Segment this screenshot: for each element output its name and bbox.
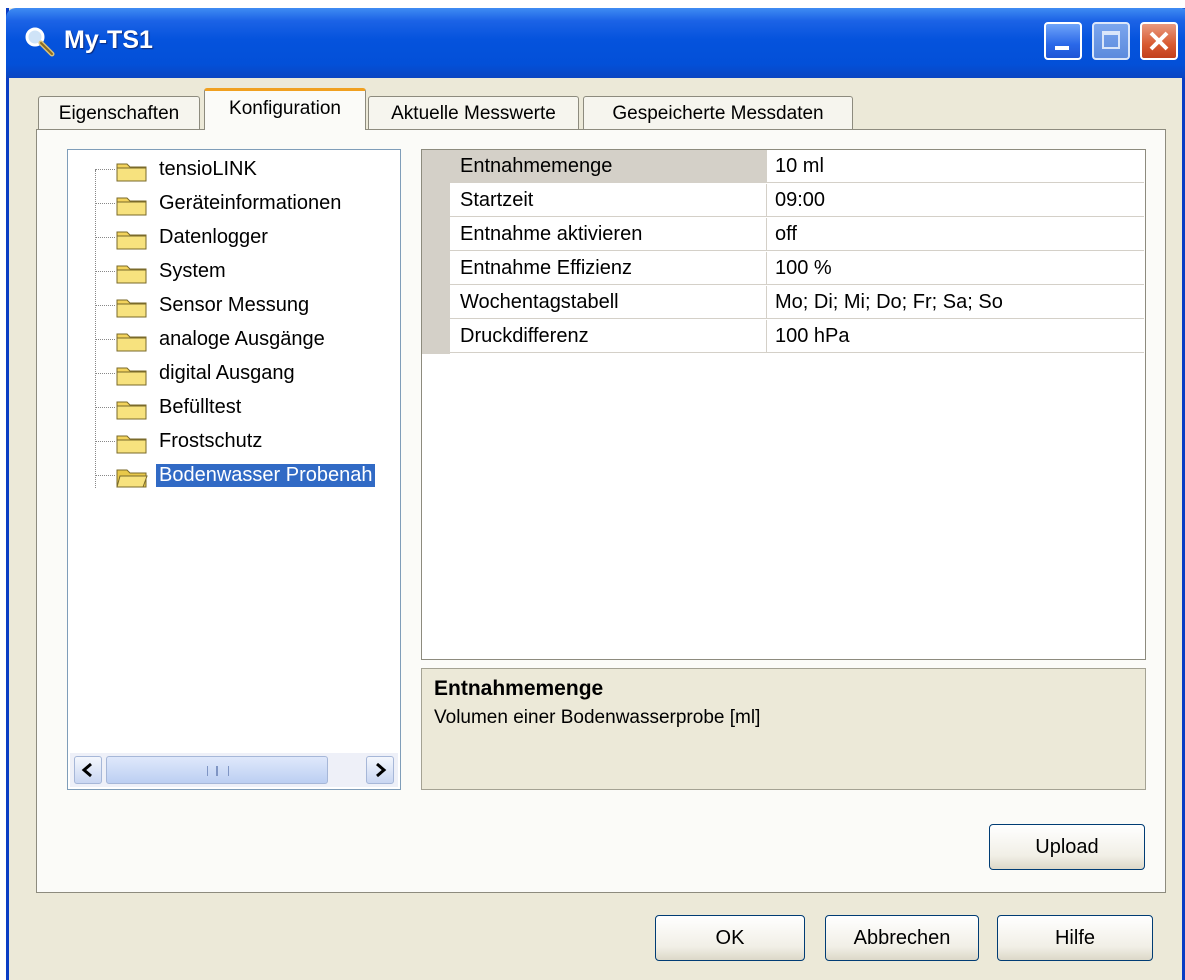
tree-item-digital-ausgang[interactable]: digital Ausgang [68,359,400,389]
property-row[interactable]: Entnahmemenge 10 ml [422,150,1145,184]
tree-item-label: Geräteinformationen [159,192,342,214]
chevron-left-icon [81,762,92,778]
property-name: Entnahme Effizienz [450,252,766,285]
minimize-icon [1055,46,1069,50]
folder-icon [116,333,147,352]
property-value[interactable]: 100 hPa [766,320,1144,353]
property-row[interactable]: Startzeit 09:00 [422,184,1145,218]
property-name: Druckdifferenz [450,320,766,353]
property-row[interactable]: Entnahme aktivieren off [422,218,1145,252]
property-name: Entnahmemenge [450,150,766,183]
dialog-window: My-TS1 Eigenschaften Konfiguration Aktue… [6,8,1185,980]
tree-item-label: System [159,260,226,282]
property-row[interactable]: Wochentagstabell Mo; Di; Mi; Do; Fr; Sa;… [422,286,1145,320]
folder-icon [116,367,147,386]
cancel-button[interactable]: Abbrechen [825,915,979,961]
scroll-thumb[interactable] [106,756,328,784]
tree-item-tensiolink[interactable]: tensioLINK [68,155,400,185]
property-grid: Entnahmemenge 10 ml Startzeit 09:00 Entn… [421,149,1146,660]
property-name: Startzeit [450,184,766,217]
tree-item-analoge-ausgaenge[interactable]: analoge Ausgänge [68,325,400,355]
window-title: My-TS1 [64,26,153,54]
property-description-pane: Entnahmemenge Volumen einer Bodenwasserp… [421,668,1146,790]
folder-icon [116,197,147,216]
title-bar[interactable]: My-TS1 [6,8,1185,78]
tree-item-label: Sensor Messung [159,294,310,316]
maximize-button[interactable] [1092,22,1130,60]
tab-eigenschaften[interactable]: Eigenschaften [38,96,200,130]
property-row[interactable]: Entnahme Effizienz 100 % [422,252,1145,286]
scroll-grip-icon [207,766,229,776]
tab-konfiguration[interactable]: Konfiguration [204,88,366,130]
tree-item-frostschutz[interactable]: Frostschutz [68,427,400,457]
tree-item-label: Datenlogger [159,226,268,248]
tree-item-geraeteinformationen[interactable]: Geräteinformationen [68,189,400,219]
description-title: Entnahmemenge [434,677,604,700]
property-value[interactable]: 10 ml [766,150,1144,183]
help-button[interactable]: Hilfe [997,915,1153,961]
property-value[interactable]: off [766,218,1144,251]
tree-item-datenlogger[interactable]: Datenlogger [68,223,400,253]
open-folder-icon [116,469,148,488]
property-value[interactable]: 09:00 [766,184,1144,217]
folder-icon [116,299,147,318]
upload-button[interactable]: Upload [989,824,1145,870]
property-name: Entnahme aktivieren [450,218,766,251]
tree-item-befuelltest[interactable]: Befülltest [68,393,400,423]
folder-icon [116,265,147,284]
magnifier-icon [25,27,55,57]
folder-icon [116,231,147,250]
ok-button[interactable]: OK [655,915,805,961]
scroll-right-button[interactable] [366,756,394,784]
tab-aktuelle-messwerte[interactable]: Aktuelle Messwerte [368,96,579,130]
property-value[interactable]: Mo; Di; Mi; Do; Fr; Sa; So [766,286,1144,319]
tab-gespeicherte-messdaten[interactable]: Gespeicherte Messdaten [583,96,853,130]
config-tree[interactable]: tensioLINK Geräteinformationen Datenlogg… [67,149,401,790]
tree-item-bodenwasser-probenahme[interactable]: Bodenwasser Probenah [68,461,400,491]
description-text: Volumen einer Bodenwasserprobe [ml] [434,707,761,728]
minimize-button[interactable] [1044,22,1082,60]
tree-item-label: Befülltest [159,396,242,418]
property-row[interactable]: Druckdifferenz 100 hPa [422,320,1145,354]
folder-icon [116,401,147,420]
folder-icon [116,435,147,454]
scroll-left-button[interactable] [74,756,102,784]
tree-item-label: digital Ausgang [159,362,295,384]
property-name: Wochentagstabell [450,286,766,319]
close-icon [1149,31,1169,51]
chevron-right-icon [376,762,387,778]
tree-horizontal-scrollbar[interactable] [70,753,398,787]
tree-item-label: analoge Ausgänge [159,328,325,350]
maximize-icon [1102,31,1120,49]
folder-icon [116,163,147,182]
property-value[interactable]: 100 % [766,252,1144,285]
configuration-panel: tensioLINK Geräteinformationen Datenlogg… [36,129,1166,893]
tree-item-label: Frostschutz [159,430,263,452]
tree-item-label: tensioLINK [159,158,257,180]
tree-item-sensor-messung[interactable]: Sensor Messung [68,291,400,321]
close-button[interactable] [1140,22,1178,60]
tree-item-label: Bodenwasser Probenah [156,464,376,487]
tree-item-system[interactable]: System [68,257,400,287]
